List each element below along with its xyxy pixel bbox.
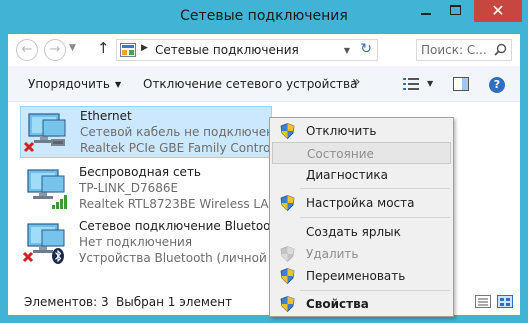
menu-item-disable[interactable]: Отключить xyxy=(272,120,451,142)
back-button[interactable]: ← xyxy=(16,39,38,61)
breadcrumb-chevron-icon[interactable]: ▶ xyxy=(141,43,148,53)
back-arrow-icon: ← xyxy=(21,42,33,57)
wireless-connected-icon xyxy=(27,169,67,209)
menu-separator xyxy=(300,217,450,218)
control-panel-icon xyxy=(120,43,136,57)
menu-separator xyxy=(300,290,450,291)
menu-item-rename[interactable]: Переименовать xyxy=(272,265,451,287)
search-icon xyxy=(494,43,507,56)
menu-item-status: Состояние xyxy=(272,142,451,164)
view-options-dropdown-icon[interactable]: ▼ xyxy=(427,79,433,88)
menu-item-create-shortcut[interactable]: Создать ярлык xyxy=(272,221,451,243)
uac-shield-icon xyxy=(280,268,295,284)
more-commands-button[interactable]: » xyxy=(352,74,361,90)
minimize-button[interactable] xyxy=(412,0,440,22)
refresh-icon[interactable]: ↻ xyxy=(360,41,372,57)
close-icon: ✕ xyxy=(491,1,505,20)
help-icon[interactable]: ? xyxy=(489,77,505,93)
context-menu: Отключить Состояние Диагностика Настройк… xyxy=(269,117,454,317)
connection-status: Нет подключения xyxy=(79,235,193,249)
uac-shield-icon xyxy=(280,296,295,312)
maximize-button[interactable] xyxy=(442,0,470,22)
preview-pane-icon[interactable] xyxy=(453,77,469,91)
organize-label: Упорядочить xyxy=(28,77,110,91)
organize-button[interactable]: Упорядочить ▼ xyxy=(28,77,121,91)
connection-item-wireless[interactable]: Беспроводная сеть TP-LINK_D7686E Realtek… xyxy=(20,163,293,215)
ethernet-disconnected-icon xyxy=(23,113,66,153)
connection-name: Сетевое подключение Bluetooth xyxy=(79,219,283,233)
address-dropdown-icon[interactable]: ▼ xyxy=(344,46,350,55)
connection-name: Ethernet xyxy=(80,109,132,123)
menu-item-bridge[interactable]: Настройка моста xyxy=(272,192,451,214)
menu-separator xyxy=(300,188,450,189)
address-row: ← → ▼ ↑ ▶ Сетевые подключения ▼ ↻ Поиск:… xyxy=(8,34,520,66)
connection-item-bluetooth[interactable]: Сетевое подключение Bluetooth Нет подклю… xyxy=(20,217,289,269)
menu-item-label: Состояние xyxy=(307,147,374,161)
uac-shield-icon xyxy=(280,246,295,262)
connection-status: TP-LINK_D7686E xyxy=(79,181,179,195)
change-view-icon[interactable] xyxy=(403,77,419,91)
selection-count: Выбран 1 элемент xyxy=(116,295,233,309)
forward-arrow-icon: → xyxy=(49,42,61,57)
minimize-icon xyxy=(421,13,431,15)
connection-device: Realtek RTL8723BE Wireless LAN ... xyxy=(79,197,293,211)
menu-item-diagnose[interactable]: Диагностика xyxy=(272,164,451,186)
search-placeholder: Поиск: С... xyxy=(421,43,487,57)
connection-status: Сетевой кабель не подключен xyxy=(80,125,274,139)
explorer-window: Сетевые подключения ✕ ← → ▼ ↑ ▶ Сетевые … xyxy=(0,0,528,323)
large-icons-view-icon[interactable] xyxy=(497,295,513,308)
recent-locations-dropdown[interactable]: ▼ xyxy=(69,43,76,53)
forward-button[interactable]: → xyxy=(44,39,66,61)
organize-dropdown-icon: ▼ xyxy=(114,80,122,89)
connection-device: Устройства Bluetooth (личной с... xyxy=(79,251,289,265)
menu-item-label: Свойства xyxy=(306,297,369,311)
menu-item-label: Диагностика xyxy=(306,168,389,182)
menu-item-label: Переименовать xyxy=(306,269,406,283)
disconnect-device-button[interactable]: Отключение сетевого устройства xyxy=(143,77,357,91)
bluetooth-disconnected-icon xyxy=(22,223,65,264)
close-button[interactable]: ✕ xyxy=(474,0,522,22)
details-view-icon[interactable] xyxy=(475,295,491,308)
command-bar: Упорядочить ▼ Отключение сетевого устройс… xyxy=(8,66,520,102)
title-bar[interactable]: Сетевые подключения ✕ xyxy=(0,0,528,34)
menu-item-label: Отключить xyxy=(306,124,377,138)
menu-item-label: Создать ярлык xyxy=(306,225,401,239)
connection-device: Realtek PCIe GBE Family Controller xyxy=(80,141,290,155)
breadcrumb-location[interactable]: Сетевые подключения xyxy=(155,43,299,57)
connection-name: Беспроводная сеть xyxy=(79,165,202,179)
menu-item-delete: Удалить xyxy=(272,243,451,265)
up-button[interactable]: ↑ xyxy=(97,39,110,57)
uac-shield-icon xyxy=(280,195,295,211)
address-bar[interactable]: ▶ Сетевые подключения ▼ ↻ xyxy=(116,39,378,61)
uac-shield-icon xyxy=(280,123,295,139)
maximize-icon xyxy=(450,5,461,15)
search-input[interactable]: Поиск: С... xyxy=(416,39,512,61)
menu-item-label: Удалить xyxy=(306,247,359,261)
item-count: Элементов: 3 xyxy=(24,295,109,309)
connection-item-ethernet[interactable]: Ethernet Сетевой кабель не подключен Rea… xyxy=(20,106,289,158)
menu-item-label: Настройка моста xyxy=(306,196,415,210)
menu-item-properties[interactable]: Свойства xyxy=(272,293,451,315)
